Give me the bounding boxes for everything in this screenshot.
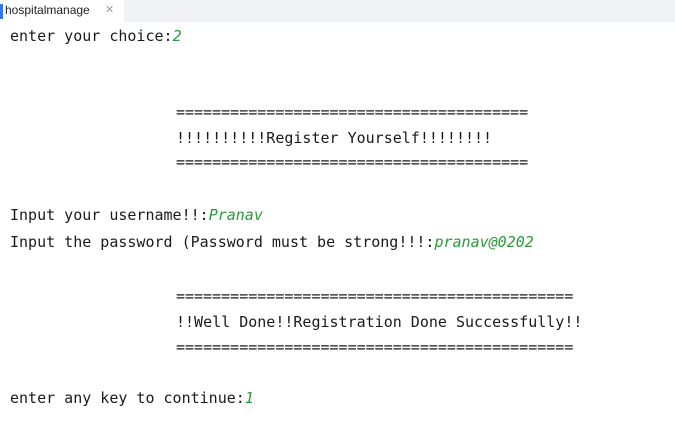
- password-prompt: Input the password (Password must be str…: [10, 233, 435, 251]
- tab-hospitalmanage[interactable]: hospitalmanage ✕: [0, 0, 124, 22]
- choice-prompt: enter your choice:: [10, 27, 173, 45]
- run-console-window: hospitalmanage ✕ enter your choice:2 ===…: [0, 0, 675, 423]
- console-line-choice: enter your choice:2: [10, 26, 182, 46]
- password-input: pranav@0202: [434, 233, 534, 251]
- close-icon[interactable]: ✕: [105, 3, 114, 16]
- register-banner-text: !!!!!!!!!!Register Yourself!!!!!!!!: [176, 129, 493, 147]
- success-banner-bottom: ========================================…: [176, 338, 574, 356]
- choice-input: 2: [172, 27, 182, 45]
- console-line-password: Input the password (Password must be str…: [10, 232, 534, 252]
- tab-title: hospitalmanage: [5, 3, 90, 17]
- success-banner-text: !!Well Done!!Registration Done Successfu…: [176, 313, 583, 331]
- console-line-continue: enter any key to continue:1: [10, 388, 254, 408]
- success-banner-top: ========================================…: [176, 287, 574, 305]
- username-prompt: Input your username!!:: [10, 206, 209, 224]
- username-input: Pranav: [208, 206, 263, 224]
- continue-prompt: enter any key to continue:: [10, 389, 245, 407]
- continue-input: 1: [244, 389, 254, 407]
- console-output[interactable]: enter your choice:2 ====================…: [10, 22, 582, 407]
- register-banner-top: =======================================: [176, 103, 529, 121]
- tab-active-indicator: [0, 4, 3, 19]
- console-line-username: Input your username!!:Pranav: [10, 205, 263, 225]
- tab-bar: hospitalmanage ✕: [0, 0, 675, 22]
- register-banner-bottom: =======================================: [176, 153, 529, 171]
